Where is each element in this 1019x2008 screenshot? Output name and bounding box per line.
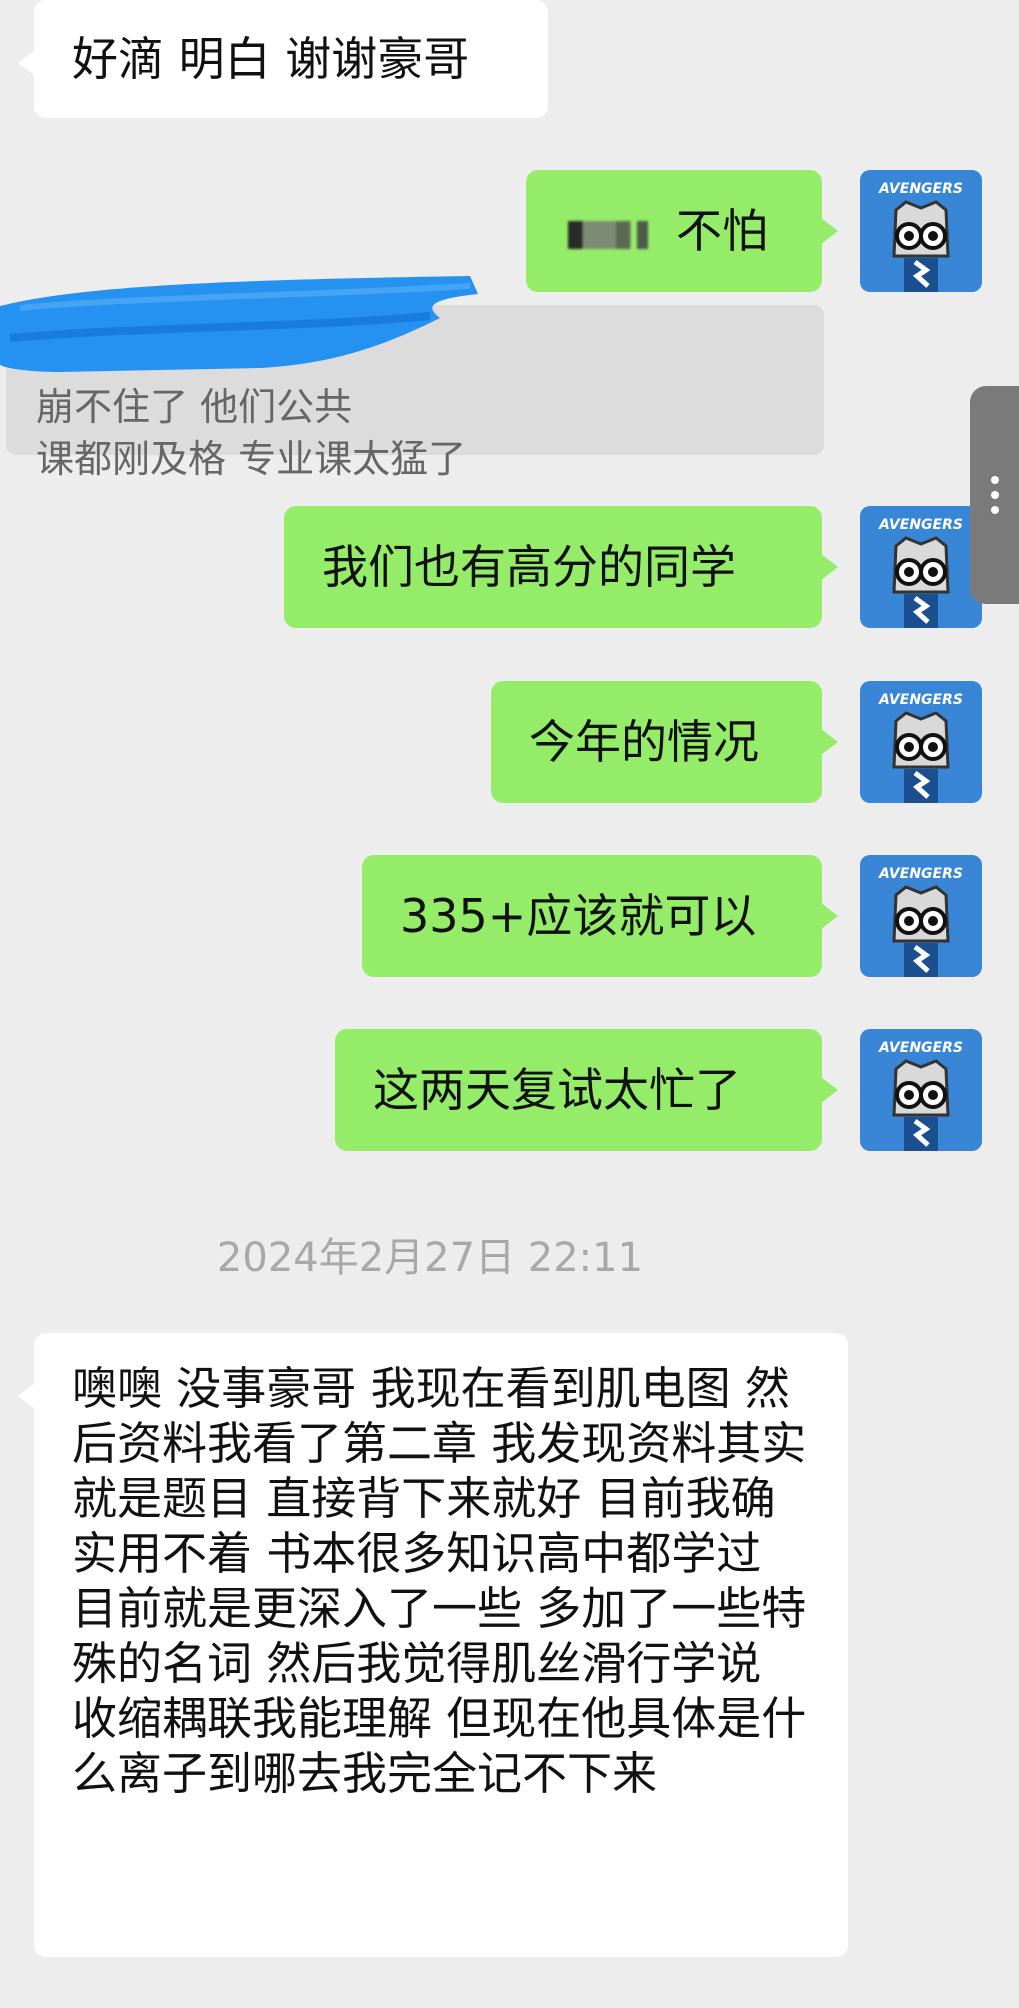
redacted-name [568, 220, 648, 249]
message-text: 我们也有高分的同学 [322, 540, 736, 594]
message-outgoing[interactable]: 不怕 [526, 170, 838, 292]
message-text: 这两天复试太忙了 [373, 1063, 741, 1117]
redaction-scribble [0, 276, 478, 372]
message-outgoing[interactable]: 我们也有高分的同学 [284, 506, 838, 628]
side-drawer-handle[interactable] [970, 386, 1019, 604]
message-incoming[interactable]: 噢噢 没事豪哥 我现在看到肌电图 然后资料我看了第二章 我发现资料其实就是题目 … [18, 1333, 848, 1957]
message-outgoing[interactable]: 今年的情况 [491, 681, 838, 803]
svg-text:AVENGERS: AVENGERS [878, 517, 963, 533]
avatar[interactable]: AVENGERS [860, 506, 982, 628]
message-text: 不怕 [676, 204, 768, 258]
avatar[interactable]: AVENGERS [860, 170, 982, 292]
svg-text:AVENGERS: AVENGERS [878, 1040, 963, 1056]
message-incoming[interactable]: 好滴 明白 谢谢豪哥 [18, 0, 548, 118]
avatar[interactable]: AVENGERS [860, 855, 982, 977]
message-outgoing[interactable]: 335+应该就可以 [362, 855, 838, 977]
message-text: 335+应该就可以 [400, 889, 757, 943]
svg-text:AVENGERS: AVENGERS [878, 181, 963, 197]
avatar[interactable]: AVENGERS [860, 681, 982, 803]
quote-text: 崩不住了 他们公共 课都刚及格 专业课太猛了 [36, 385, 467, 481]
message-text: 今年的情况 [529, 715, 759, 769]
timestamp: 2024年2月27日 22:11 [216, 1235, 644, 1281]
message-text: 好滴 明白 谢谢豪哥 [72, 32, 470, 86]
message-outgoing[interactable]: 这两天复试太忙了 [335, 1029, 838, 1151]
svg-text:AVENGERS: AVENGERS [878, 866, 963, 882]
avatar[interactable]: AVENGERS [860, 1029, 982, 1151]
message-text: 噢噢 没事豪哥 我现在看到肌电图 然后资料我看了第二章 我发现资料其实就是题目 … [72, 1362, 807, 1800]
svg-text:AVENGERS: AVENGERS [878, 692, 963, 708]
